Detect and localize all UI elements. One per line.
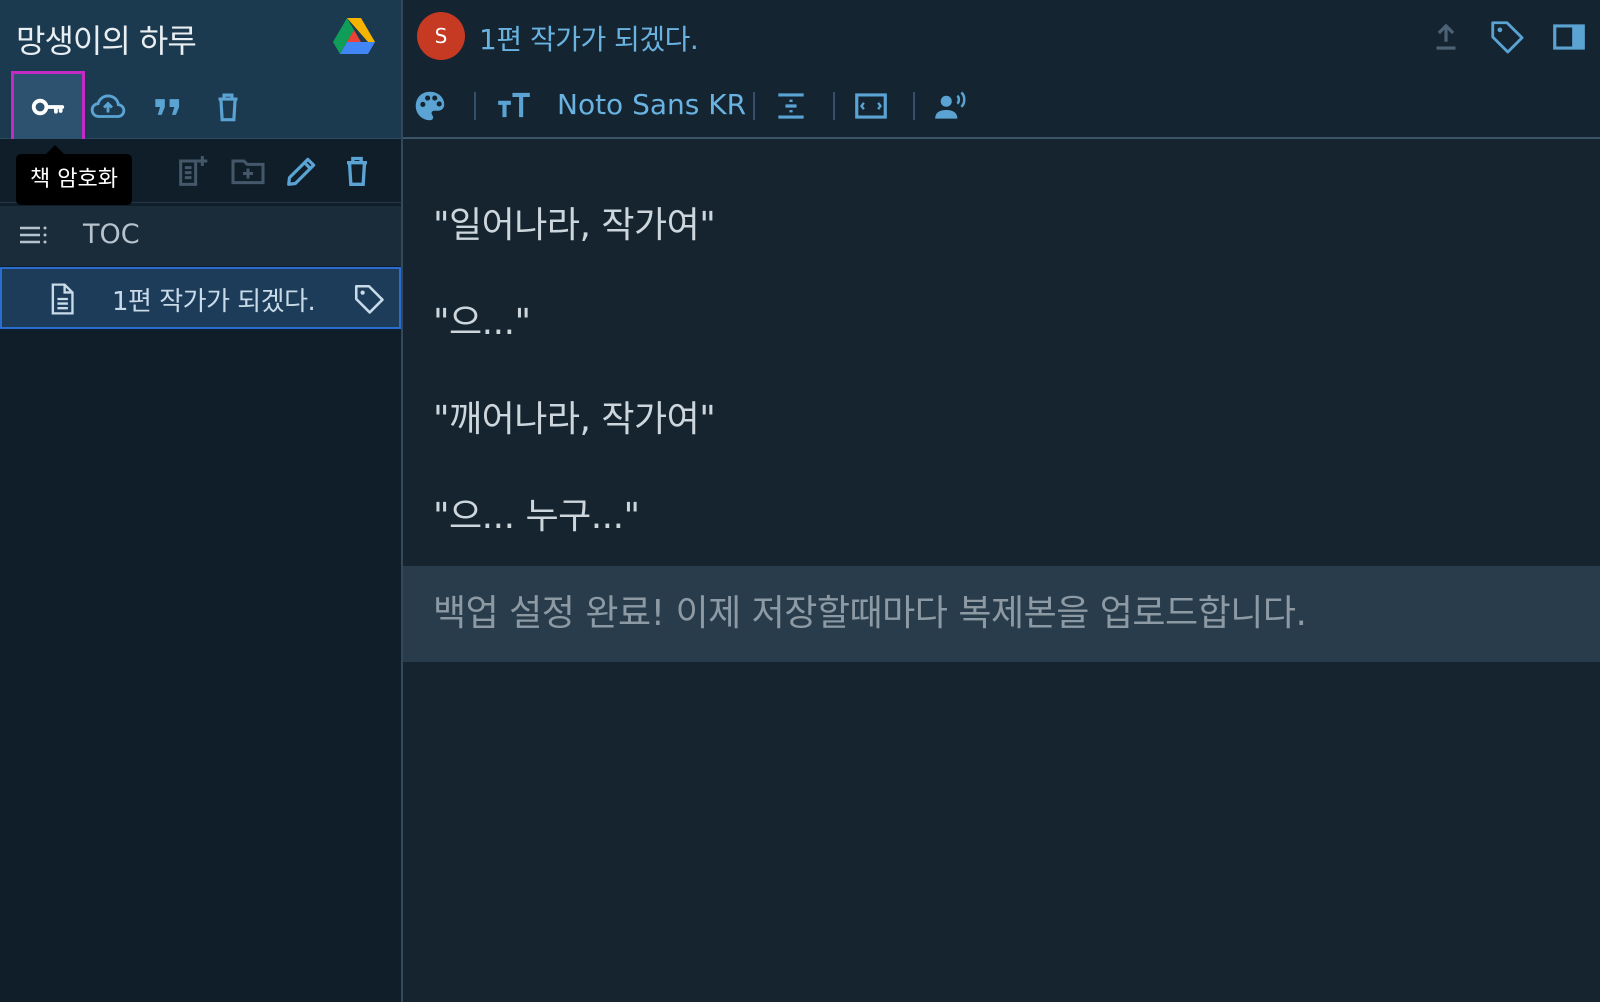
toolbar-divider	[474, 92, 476, 120]
user-avatar[interactable]: S	[417, 12, 465, 60]
add-note-button[interactable]	[174, 151, 214, 191]
add-folder-icon	[231, 159, 265, 185]
add-note-icon	[179, 156, 208, 186]
speaker-person-icon	[935, 91, 966, 119]
editor-main: S 1편 작가가 되겠다. Noto Sans KR "일어나라, 작가여" "…	[403, 0, 1600, 1002]
font-size-icon	[498, 92, 530, 118]
document-title: 1편 작가가 되겠다.	[479, 23, 699, 56]
toc-item[interactable]: TOC	[0, 206, 401, 266]
tag-button[interactable]	[1488, 18, 1526, 56]
fullscreen-icon	[855, 93, 887, 119]
quote-icon	[155, 99, 180, 115]
paragraph[interactable]: "으... 누구..."	[433, 487, 640, 539]
toolbar-divider	[753, 92, 755, 120]
upload-icon	[1436, 23, 1456, 50]
paragraph[interactable]: "깨어나라, 작가여"	[433, 390, 716, 442]
document-icon	[46, 282, 78, 316]
line-spacing-icon	[778, 93, 804, 119]
cloud-upload-icon	[90, 94, 126, 118]
toolbar-divider	[913, 92, 915, 120]
font-size-button[interactable]	[495, 87, 533, 125]
editor-content[interactable]: "일어나라, 작가여" "으..." "깨어나라, 작가여" "으... 누구.…	[403, 141, 1600, 1002]
encrypt-book-tooltip: 책 암호화	[16, 145, 132, 205]
text-to-speech-button[interactable]	[932, 87, 970, 125]
paragraph[interactable]: "으..."	[433, 293, 531, 345]
toolbar-divider	[833, 92, 835, 120]
list-icon	[18, 223, 50, 249]
side-panel-icon	[1553, 24, 1585, 50]
export-button[interactable]	[1427, 18, 1465, 56]
delete-item-button[interactable]	[337, 151, 377, 191]
app-window: 망생이의 하루 책 암호화 TOC 1편 작가가 되겠다. S 1편 작가가 되…	[0, 0, 1600, 1002]
google-drive-icon[interactable]	[333, 18, 375, 56]
editor-header: S 1편 작가가 되겠다. Noto Sans KR	[403, 0, 1600, 139]
page-width-button[interactable]	[852, 87, 890, 125]
paragraph[interactable]: "일어나라, 작가여"	[433, 196, 716, 248]
book-title: 망생이의 하루	[16, 22, 197, 60]
tag-icon	[1491, 21, 1524, 54]
font-family-selector[interactable]: Noto Sans KR	[557, 88, 746, 121]
sidebar-header: 망생이의 하루	[0, 0, 401, 143]
edit-button[interactable]	[282, 151, 322, 191]
trash-icon	[218, 93, 238, 122]
tag-icon[interactable]	[352, 282, 386, 316]
pencil-icon	[287, 157, 316, 186]
toggle-panel-button[interactable]	[1550, 18, 1588, 56]
palette-icon	[415, 91, 445, 121]
trash-icon	[347, 156, 367, 186]
theme-button[interactable]	[411, 87, 449, 125]
chapter-item[interactable]: 1편 작가가 되겠다.	[0, 267, 401, 329]
key-icon	[31, 98, 65, 116]
line-spacing-button[interactable]	[772, 87, 810, 125]
backup-notice: 백업 설정 완료! 이제 저장할때마다 복제본을 업로드합니다.	[433, 593, 1307, 634]
delete-book-button[interactable]	[192, 72, 264, 142]
chapter-label: 1편 작가가 되겠다.	[112, 287, 316, 317]
toc-label: TOC	[83, 219, 140, 250]
add-folder-button[interactable]	[228, 151, 268, 191]
sidebar: 망생이의 하루 책 암호화 TOC 1편 작가가 되겠다.	[0, 0, 403, 1002]
